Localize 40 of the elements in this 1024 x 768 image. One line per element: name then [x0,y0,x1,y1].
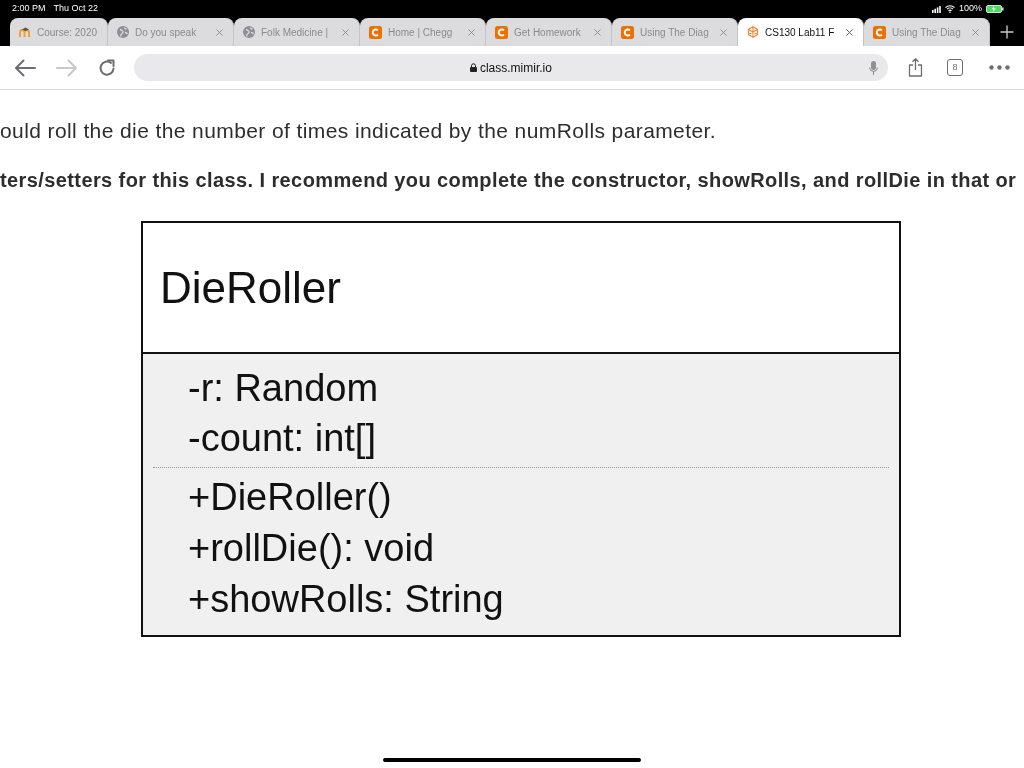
browser-tab[interactable]: Do you speak [108,18,234,46]
plus-icon[interactable] [1000,25,1014,39]
microphone-icon[interactable] [869,60,879,75]
signal-icon [931,5,941,13]
method-text: +DieRoller() [188,475,392,520]
wifi-icon [944,5,955,13]
lock-icon [469,63,477,72]
method-text: +rollDie(): void [188,526,435,571]
browser-tab[interactable]: Get Homework [486,18,612,46]
browser-tab[interactable]: Using The Diag [612,18,738,46]
class-name: DieRoller [160,265,341,310]
browser-tab[interactable]: Home | Chegg [360,18,486,46]
charging-battery-icon [986,5,1004,13]
c-logo-icon [495,25,508,39]
tab-count-button[interactable]: 8 [947,59,964,76]
c-logo-icon [621,25,634,39]
back-icon[interactable] [14,58,36,77]
attribute-text: -count: int[] [188,416,376,461]
method-text: +showRolls: String [188,577,504,622]
status-date: Thu Oct 22 [53,2,99,16]
browser-tab[interactable]: CS130 Lab11 F [738,18,864,46]
globe-icon [243,26,255,38]
more-icon[interactable] [989,65,1010,70]
status-time: 2:00 PM [12,2,46,16]
browser-tab[interactable]: Using The Diag [864,18,990,46]
reload-icon[interactable] [98,58,116,77]
globe-icon [117,26,129,38]
instruction-text: ould roll the die the number of times indicated by the numRolls parameter. [0,119,716,143]
close-icon[interactable] [844,26,855,38]
battery-percent: 100% [958,2,982,16]
mortarboard-m-icon [19,26,31,38]
c-logo-icon [369,25,382,39]
c-logo-icon [873,25,886,39]
share-icon[interactable] [908,58,924,77]
address-field[interactable]: class.mimir.io [133,54,889,81]
attribute-text: -r: Random [188,366,379,411]
browser-tab[interactable]: Course: 2020 [10,18,108,46]
instruction-text: ters/setters for this class. I recommend you complete the constructor, showRolls, and rollDie in that or [0,168,1017,192]
browser-tab[interactable]: Folk Medicine | [234,18,360,46]
hexagon-logo-icon [747,26,759,38]
